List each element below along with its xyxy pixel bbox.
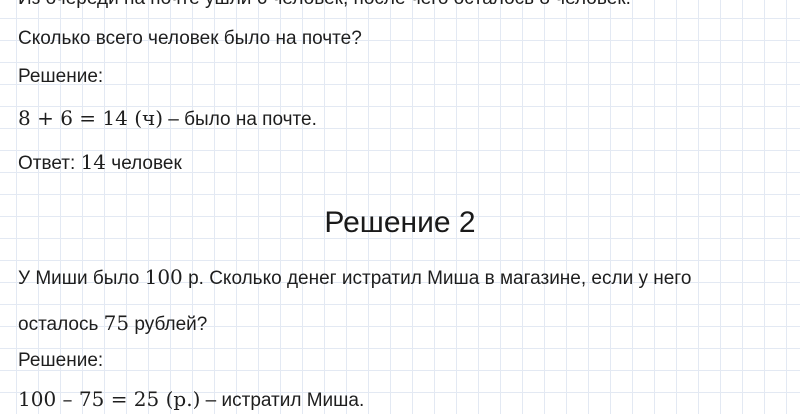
answer-value: 14 (80, 150, 107, 174)
problem-part-3: осталось (18, 314, 104, 335)
calculation-line: 8 + 6 = 14 (ч) – было на почте. (18, 105, 317, 133)
answer-line: Ответ: 14 человек (18, 149, 182, 177)
calculation-expression-2: 100 – 75 = 25 (р.) (18, 387, 201, 411)
problem-amount: 100 (144, 265, 183, 289)
solution-page: { "solution1": { "cut_line": "Из очереди… (0, 0, 800, 411)
calculation-text-2: – истратил Миша. (200, 390, 365, 411)
problem-part-4: рублей? (129, 314, 208, 335)
problem-remaining: 75 (103, 311, 130, 335)
question-text: Сколько всего человек было на почте? (18, 26, 362, 52)
calculation-expression: 8 + 6 = 14 (ч) (18, 106, 164, 130)
problem-part-2: р. Сколько денег истратил Миша в магазин… (182, 268, 692, 289)
solution-label-2: Решение: (18, 348, 103, 374)
calculation-line-2: 100 – 75 = 25 (р.) – истратил Миша. (18, 386, 364, 414)
answer-unit: человек (106, 153, 182, 174)
problem-text-cut: Из очереди на почте ушли 6 человек, посл… (18, 0, 631, 12)
solution-label-2-text: Решение: (18, 350, 104, 371)
problem-part-1: У Миши было (18, 268, 145, 289)
problem-text-cut-line: Из очереди на почте ушли 6 человек, посл… (18, 0, 631, 9)
answer-label: Ответ: (18, 153, 81, 174)
solution-label-text: Решение: (18, 66, 104, 87)
calculation-text: – было на почте. (163, 109, 317, 130)
problem-text-line-2: осталось 75 рублей? (18, 310, 207, 338)
solution-label: Решение: (18, 64, 103, 90)
question-text-line: Сколько всего человек было на почте? (18, 28, 362, 49)
section-heading: Решение 2 (324, 206, 476, 239)
problem-text-line-1: У Миши было 100 р. Сколько денег истрати… (18, 264, 691, 292)
